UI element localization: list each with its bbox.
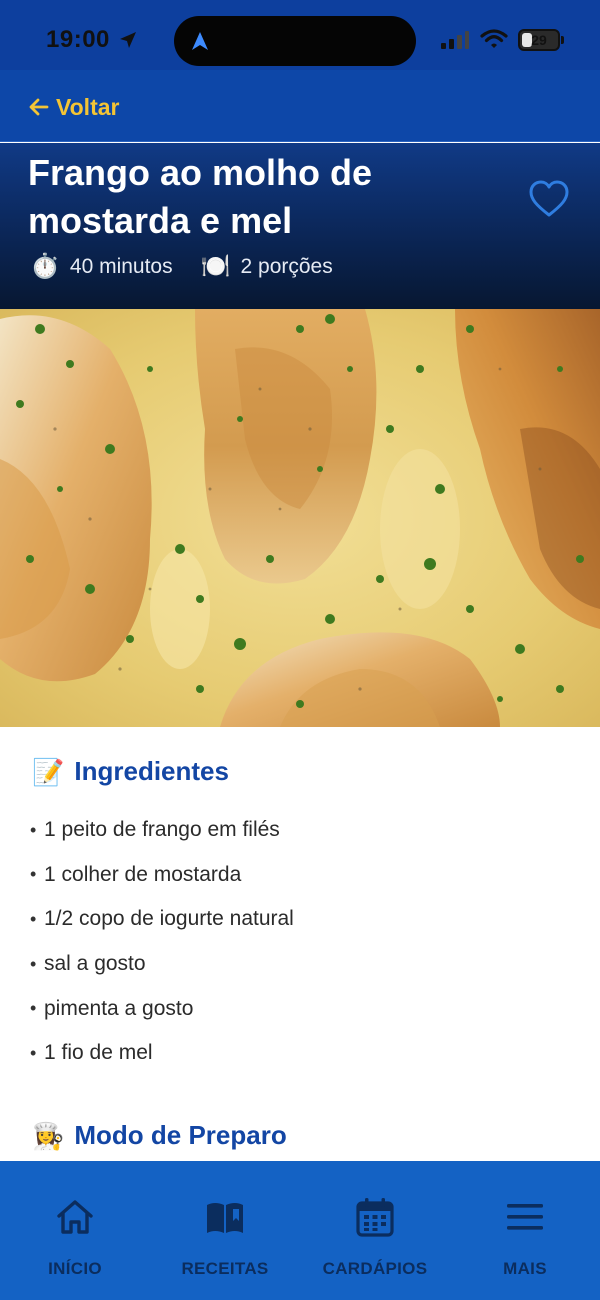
prep-time: ⏱️ 40 minutos [30, 253, 173, 281]
back-button[interactable]: Voltar [28, 92, 119, 122]
tab-label: RECEITAS [181, 1259, 269, 1278]
plate-cutlery-icon: 🍽️ [200, 253, 231, 280]
recipe-photo [0, 309, 600, 727]
chef-icon: 👩‍🍳 [32, 1120, 65, 1151]
tab-cardapios[interactable]: CARDÁPIOS [300, 1161, 450, 1300]
ingredients-list: • 1 peito de frango em filés • 1 colher de… [30, 808, 570, 1076]
tab-label: CARDÁPIOS [322, 1259, 428, 1278]
tab-label: MAIS [503, 1259, 547, 1278]
navigation-arrow-icon [192, 32, 208, 50]
top-navigation-bar: Voltar [0, 70, 600, 142]
list-item: • 1 colher de mostarda [30, 862, 242, 886]
recipe-header: Frango ao molho de mostarda e mel ⏱️ 40 … [0, 143, 600, 309]
location-arrow-icon [120, 32, 136, 48]
home-icon [57, 1200, 93, 1234]
stopwatch-icon: ⏱️ [30, 253, 60, 280]
arrow-left-icon [29, 98, 49, 116]
book-icon [207, 1203, 243, 1233]
wifi-icon [480, 29, 508, 48]
battery-indicator: 29 [518, 29, 560, 51]
cellular-signal-icon [441, 31, 469, 49]
recipe-title: Frango ao molho de mostarda e mel [28, 152, 373, 241]
ingredients-title: Ingredientes [74, 756, 229, 786]
recipe-meta: ⏱️ 40 minutos 🍽️ 2 porções [30, 253, 361, 281]
servings: 🍽️ 2 porções [201, 253, 333, 281]
battery-percentage: 29 [531, 32, 547, 48]
tab-inicio[interactable]: INÍCIO [0, 1161, 150, 1300]
bottom-tab-bar: INÍCIO RECEITAS CARDÁPIOS MAIS [0, 1161, 600, 1300]
list-item: • 1 fio de mel [30, 1041, 153, 1065]
preparation-heading: 👩‍🍳 Modo de Preparo [32, 1120, 287, 1151]
tab-label: INÍCIO [48, 1259, 102, 1278]
tab-mais[interactable]: MAIS [450, 1161, 600, 1300]
battery-cap [561, 36, 564, 44]
list-item: • 1/2 copo de iogurte natural [30, 907, 294, 931]
calendar-icon [356, 1198, 394, 1237]
ingredients-heading: 📝 Ingredientes [32, 756, 229, 787]
list-item: • sal a gosto [30, 952, 146, 976]
list-item: • pimenta a gosto [30, 996, 194, 1020]
status-time: 19:00 [46, 26, 110, 53]
back-label: Voltar [56, 93, 120, 120]
favorite-heart-icon[interactable] [528, 179, 570, 219]
servings-text: 2 porções [240, 255, 333, 278]
preparation-title: Modo de Preparo [74, 1120, 287, 1150]
list-item: • 1 peito de frango em filés [30, 818, 280, 842]
memo-icon: 📝 [32, 756, 65, 787]
status-bar: 19:00 29 [0, 0, 600, 70]
tab-receitas[interactable]: RECEITAS [150, 1161, 300, 1300]
menu-icon [507, 1204, 543, 1230]
prep-time-text: 40 minutos [69, 255, 173, 278]
